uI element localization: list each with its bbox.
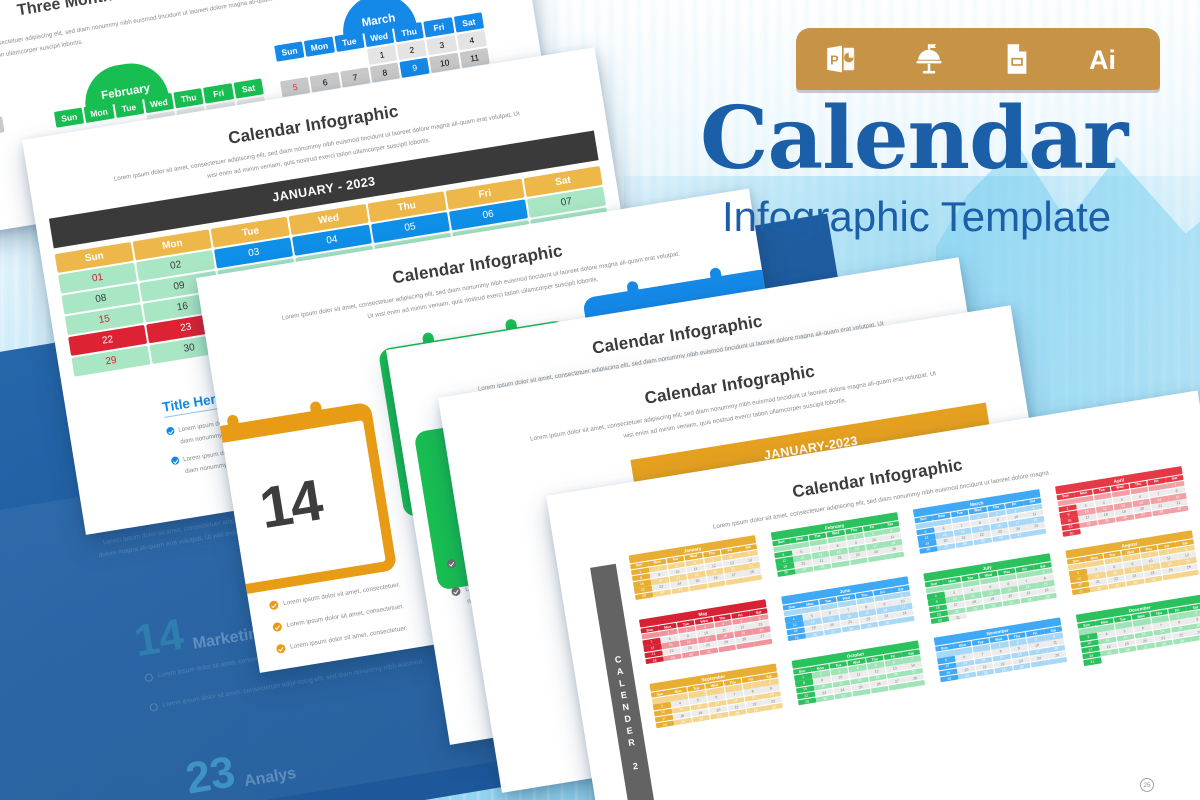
brand-subtitle: Infographic Template bbox=[722, 193, 1112, 240]
mini-day-cell bbox=[1049, 656, 1068, 666]
mini-day-cell: 24 bbox=[655, 720, 674, 729]
mini-day-cell: 29 bbox=[994, 665, 1013, 674]
mini-day-cell: 26 bbox=[692, 714, 711, 723]
mini-day-cell: 31 bbox=[948, 613, 968, 622]
target-icon bbox=[450, 586, 462, 597]
mini-day-cell bbox=[870, 685, 889, 694]
mini-calendar-march: MarchSunMonTueWedThuFriSat12345678910111… bbox=[912, 489, 1048, 560]
page-number-badge: 25 bbox=[1140, 778, 1154, 792]
mini-calendar-november: November Sun Mon Tue Wed Thu Fri Sat 1 2 3 4 5 6 7 8 9 10… bbox=[933, 617, 1069, 689]
target-icon bbox=[275, 643, 287, 654]
mini-day-cell bbox=[1156, 646, 1174, 654]
ghost-stat-number: 14 bbox=[130, 609, 188, 667]
mini-day-cell bbox=[1138, 649, 1156, 657]
mini-day-cell bbox=[1021, 602, 1039, 610]
target-icon bbox=[446, 558, 457, 569]
mini-day-cell: 31 bbox=[1083, 657, 1102, 666]
mini-day-cell bbox=[967, 610, 985, 618]
mini-calendar-july: JulySunMonTueWedThuFriSat123456789101112… bbox=[923, 553, 1058, 625]
mini-day-cell: 30 bbox=[816, 694, 835, 703]
target-icon bbox=[268, 600, 279, 611]
check-icon bbox=[170, 456, 180, 466]
google-slides-icon bbox=[1000, 42, 1034, 76]
mini-calendar-may: MaySunMonTueWedThuFriSat1234567891011121… bbox=[639, 599, 774, 670]
mini-day-cell bbox=[1174, 643, 1192, 651]
ghost-stat-number: 23 bbox=[182, 747, 239, 800]
mini-day-cell: 27 bbox=[710, 711, 729, 720]
brand-title: Calendar bbox=[700, 88, 1128, 189]
svg-text:Ai: Ai bbox=[1089, 45, 1116, 75]
target-icon bbox=[272, 621, 283, 633]
mini-calendar-june: JuneSunMonTueWedThuFriSat123456789101112… bbox=[781, 576, 916, 647]
powerpoint-icon: P bbox=[823, 42, 857, 76]
poster-stage: Calendar Infographic Lorem ipsum dolor s… bbox=[0, 0, 1200, 800]
mini-calendar-january: JanuarySunMonTueWedThuFriSat123456789101… bbox=[628, 535, 764, 606]
mini-day-cell: 26 bbox=[940, 674, 959, 683]
mini-day-cell: 30 bbox=[1012, 662, 1031, 671]
mini-day-cell: 28 bbox=[976, 668, 995, 677]
ghost-bullet-icon bbox=[144, 673, 154, 683]
mini-day-cell bbox=[1040, 599, 1058, 607]
ghost-bullet-icon bbox=[149, 702, 159, 712]
mini-calendar-september: September Sun Mon Tue Wed Thu Fri Sat 1 2 3 4 5 6 7 8 9 1… bbox=[649, 663, 784, 735]
ghost-stat-label: Analys bbox=[242, 764, 298, 791]
calendar-january-left-edge: Sat 7 13 14 bbox=[0, 116, 7, 167]
mini-calendar-august: AugustSunMonTueWedThuFriSat1234567891011… bbox=[1065, 530, 1200, 601]
mini-calendar-april: AprilSunMonTueWedThuFriSat12345678910111… bbox=[1055, 466, 1190, 538]
mini-day-cell: 31 bbox=[834, 691, 853, 700]
mini-calendar-february: FebruarySunMonTueWedThuFriSat12345678910… bbox=[770, 512, 906, 583]
mini-day-cell bbox=[1101, 655, 1119, 663]
illustrator-icon: Ai bbox=[1089, 42, 1133, 76]
mini-calendar-december: December Sun Mon Tue Wed Thu Fri Sat 1 2 3 4 5 6 7 8 9 10… bbox=[1075, 594, 1200, 666]
mini-day-cell bbox=[888, 682, 907, 691]
mini-calendar-october: October Sun Mon Tue Wed Thu Fri Sat 1 2 3 4 5 6 7 8 9 10 1… bbox=[791, 640, 927, 712]
check-icon bbox=[165, 426, 176, 436]
format-badge-bar: P Ai bbox=[796, 28, 1160, 90]
mini-day-cell: 29 bbox=[797, 697, 817, 706]
mini-day-cell: 28 bbox=[728, 708, 747, 717]
svg-text:P: P bbox=[830, 52, 839, 67]
mini-day-cell bbox=[906, 679, 926, 689]
keynote-icon bbox=[912, 42, 946, 76]
mini-day-cell: 30 bbox=[764, 702, 783, 712]
mini-day-cell bbox=[1120, 652, 1138, 660]
